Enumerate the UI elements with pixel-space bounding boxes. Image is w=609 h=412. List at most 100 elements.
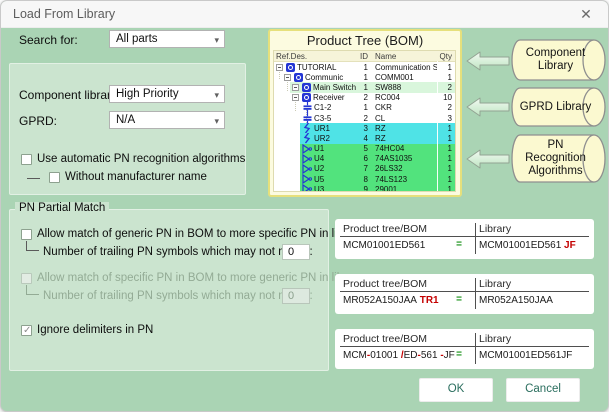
tree-cell-cqty: 2	[432, 83, 452, 92]
ignore-delimiters-checkbox[interactable]	[21, 325, 32, 336]
tree-row[interactable]: Receiver2RC00410	[274, 93, 455, 103]
close-icon[interactable]: ✕	[577, 5, 595, 23]
tree-row[interactable]: Communic1COMM0011	[274, 72, 455, 82]
tree-cell-rd: U4	[314, 154, 324, 163]
generic-trailing-input[interactable]	[282, 244, 310, 260]
tree-cell-cid: 9	[332, 185, 368, 192]
tree-cell-cname: COMM001	[375, 73, 437, 82]
specific-to-generic-checkbox	[21, 273, 32, 284]
generic-to-specific-checkbox[interactable]	[21, 229, 32, 240]
expander-icon[interactable]	[284, 74, 291, 81]
pn-partial-match-label: PN Partial Match	[15, 202, 109, 214]
tree-cell-cid: 8	[332, 175, 368, 184]
use-auto-pn-checkbox[interactable]	[21, 154, 32, 165]
tree-cell-cname: SW888	[375, 83, 437, 92]
tree-row[interactable]: U1574HC041	[274, 144, 455, 154]
without-mfr-checkbox[interactable]	[49, 172, 60, 183]
specific-trailing-label: Number of trailing PN symbols which may …	[43, 290, 313, 302]
chevron-down-icon: ▾	[214, 87, 219, 103]
component-library-value: High Priority	[116, 88, 179, 100]
gate-icon	[302, 184, 312, 192]
tree-cell-cqty: 1	[432, 164, 452, 173]
connector-line	[27, 178, 40, 179]
gprd-library-cylinder: GPRD Library	[509, 87, 607, 127]
expander-icon[interactable]	[292, 84, 299, 91]
tree-cell-cid: 1	[332, 103, 368, 112]
tree-cell-cqty: 1	[432, 73, 452, 82]
tree-row[interactable]: U39290011	[274, 184, 455, 192]
generic-trailing-label: Number of trailing PN symbols which may …	[43, 246, 313, 258]
library-header: Library	[479, 223, 511, 235]
tree-cell-cqty: 1	[432, 185, 452, 192]
tree-cell-cqty: 1	[432, 175, 452, 184]
without-mfr-label: Without manufacturer name	[65, 171, 207, 183]
expander-icon[interactable]	[292, 94, 299, 101]
ok-button[interactable]: OK	[419, 378, 493, 402]
bom-part-number: MR052A150JAA TR1	[343, 295, 439, 306]
product-tree-title: Product Tree (BOM)	[270, 33, 460, 48]
tree-cell-rd: C1-2	[314, 103, 331, 112]
bom-part-number: MCM-01001 /ED-561 -JF	[343, 350, 455, 361]
tree-cell-cname: 74AS1035	[375, 154, 437, 163]
tree-row[interactable]: U4674AS10351	[274, 154, 455, 164]
library-header: Library	[479, 278, 511, 290]
tree-cell-cname: CL	[375, 114, 437, 123]
col-qty: Qty	[432, 52, 452, 61]
tree-cell-rd: U3	[314, 185, 324, 192]
tree-cell-cid: 5	[332, 144, 368, 153]
tree-cell-cid: 1	[332, 63, 368, 72]
tree-cell-rd: TUTORIAL	[297, 63, 336, 72]
ignore-delimiters-label: Ignore delimiters in PN	[37, 324, 153, 336]
pn-recognition-cylinder: PN Recognition Algorithms	[509, 134, 607, 183]
title-bar: Load From Library ✕	[1, 1, 608, 28]
tree-row[interactable]: U2726LS321	[274, 164, 455, 174]
product-tree-table[interactable]: Ref.Des. ID Name Qty TUTORIAL1Communicat…	[273, 50, 456, 192]
tree-cell-cqty: 1	[432, 144, 452, 153]
chevron-down-icon: ▾	[214, 113, 219, 129]
col-name: Name	[375, 52, 396, 61]
tree-rows: TUTORIAL1Communication System1Communic1C…	[274, 62, 455, 192]
library-part-number: MCM01001ED561JF	[479, 350, 572, 361]
library-part-number: MCM01001ED561 JF	[479, 240, 576, 251]
component-library-cylinder: Component Library	[509, 39, 607, 81]
equals-sign: =	[448, 239, 470, 250]
tree-cell-rd: U5	[314, 175, 324, 184]
specific-trailing-input	[282, 288, 310, 304]
tree-row[interactable]: UR24RZ1	[274, 133, 455, 143]
column-divider	[475, 278, 476, 309]
tree-cell-rd: U1	[314, 144, 324, 153]
window-title: Load From Library	[13, 7, 115, 21]
tree-row[interactable]: C1-21 CKR2	[274, 103, 455, 113]
load-from-library-dialog: Load From Library ✕ Search for: All part…	[0, 0, 609, 412]
header-rule	[340, 346, 589, 347]
tree-cell-cname: CKR	[375, 103, 437, 112]
column-divider	[475, 223, 476, 254]
expander-icon[interactable]	[276, 64, 283, 71]
tree-cell-cqty: 2	[432, 103, 452, 112]
tree-row[interactable]: TUTORIAL1Communication System1	[274, 62, 455, 72]
tree-cell-cqty: 3	[432, 114, 452, 123]
cancel-button[interactable]: Cancel	[506, 378, 580, 402]
bom-header: Product tree/BOM	[343, 278, 427, 290]
component-library-dropdown[interactable]: High Priority ▾	[109, 85, 225, 103]
search-for-dropdown[interactable]: All parts ▾	[109, 30, 225, 48]
library-part-number: MR052A150JAA	[479, 295, 553, 306]
col-refdes: Ref.Des.	[276, 52, 307, 61]
component-library-label: Component library:	[19, 88, 120, 102]
tree-cell-rd: UR1	[314, 124, 330, 133]
match-example-1: Product tree/BOM Library MCM01001ED561 =…	[335, 219, 594, 259]
arrow-left-icon	[466, 149, 510, 169]
gprd-dropdown[interactable]: N/A ▾	[109, 111, 225, 129]
header-rule	[340, 291, 589, 292]
tree-row[interactable]: UR13RZ1	[274, 123, 455, 133]
tree-cell-rd: UR2	[314, 134, 330, 143]
gprd-library-legend-label: GPRD Library	[509, 87, 607, 127]
tree-cell-cid: 7	[332, 164, 368, 173]
tree-cell-cqty: 10	[432, 93, 452, 102]
tree-row[interactable]: Main Switch1SW8882	[274, 82, 455, 92]
tree-row[interactable]: C3-52CL3	[274, 113, 455, 123]
equals-sign: =	[448, 294, 470, 305]
search-for-label: Search for:	[19, 33, 78, 47]
tree-cell-cid: 1	[332, 83, 368, 92]
tree-row[interactable]: U5874LS1231	[274, 174, 455, 184]
